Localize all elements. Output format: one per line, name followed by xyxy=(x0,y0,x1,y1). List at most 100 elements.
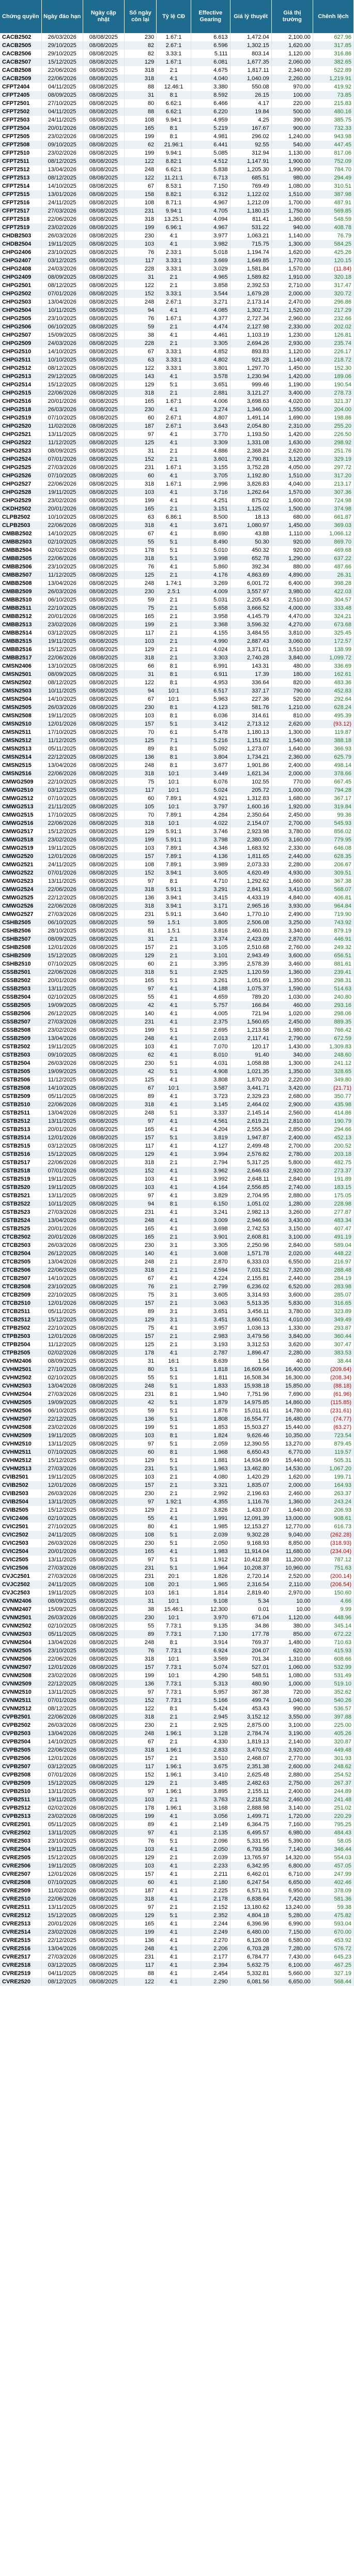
cell-market-price: 6,710.00 xyxy=(271,1870,313,1878)
cell-maturity-date: 06/10/2025 xyxy=(41,1407,83,1415)
cell-maturity-date: 12/01/2026 xyxy=(41,1332,83,1340)
cell-maturity-date: 03/12/2025 xyxy=(41,1961,83,1969)
cell-days-remaining: 55 xyxy=(124,1374,157,1382)
cell-warrant-code: CSTB2522 xyxy=(0,1200,42,1208)
table-row: CMBB2505 22/06/2026 08/08/2025 318 5:1 3.998 6… xyxy=(0,554,354,563)
cell-update-date: 08/08/2025 xyxy=(83,546,125,554)
cell-warrant-code: CFPT2515 xyxy=(0,190,42,199)
cell-theoretical-price: 1,036.13 xyxy=(230,1324,272,1332)
cell-effective-gearing: 6.911 xyxy=(191,670,230,679)
cell-difference: 766.42 xyxy=(313,1026,354,1034)
cell-market-price: 6,580.00 xyxy=(271,1936,313,1945)
cell-warrant-code: CVHM2502 xyxy=(0,1374,42,1382)
cell-conversion-ratio: 5.91:1 xyxy=(156,827,191,836)
cell-market-price: 2,960.00 xyxy=(271,314,313,323)
cell-conversion-ratio: 4:1 xyxy=(156,232,191,240)
cell-days-remaining: 75 xyxy=(124,1291,157,1299)
table-row: CMWG2512 07/10/2025 08/08/2025 60 7.89:1 4.92… xyxy=(0,794,354,803)
cell-warrant-code: CVHM2505 xyxy=(0,1398,42,1407)
cell-theoretical-price: 2,713.12 xyxy=(230,720,272,728)
cell-difference: 119.57 xyxy=(313,1448,354,1456)
cell-conversion-ratio: 2:1 xyxy=(156,273,191,281)
cell-conversion-ratio: 1.67:1 xyxy=(156,33,191,41)
cell-theoretical-price: 6,396.96 xyxy=(230,1920,272,1928)
cell-effective-gearing: 3.763 xyxy=(191,1796,230,1804)
cell-maturity-date: 24/11/2025 xyxy=(41,1580,83,1589)
cell-days-remaining: 122 xyxy=(124,157,157,165)
cell-warrant-code: CVNM2501 xyxy=(0,1614,42,1622)
table-row: CVJC2502 24/11/2025 08/08/2025 108 20:1 1.965… xyxy=(0,1580,354,1589)
cell-conversion-ratio: 2:1 xyxy=(156,1481,191,1489)
cell-maturity-date: 13/11/2025 xyxy=(41,1498,83,1506)
table-row: CHPG2519 07/10/2025 08/08/2025 60 2.67:1 4.80… xyxy=(0,414,354,422)
cell-warrant-code: CTCB2506 xyxy=(0,1266,42,1274)
cell-market-price: 2,850.00 xyxy=(271,1125,313,1134)
cell-maturity-date: 14/10/2025 xyxy=(41,182,83,190)
cell-theoretical-price: 1,262.64 xyxy=(230,488,272,496)
cell-maturity-date: 13/11/2025 xyxy=(41,877,83,885)
table-row: CTCB2511 05/11/2025 08/08/2025 89 3:1 3.651 3,… xyxy=(0,1307,354,1316)
cell-difference: 298.31 xyxy=(313,976,354,985)
table-row: CSTB2511 13/04/2026 08/08/2025 248 5:1 3.337 2… xyxy=(0,1109,354,1117)
cell-effective-gearing: 3.901 xyxy=(191,1233,230,1241)
cell-theoretical-price: 450.32 xyxy=(230,546,272,554)
cell-warrant-code: CTCB2504 xyxy=(0,1249,42,1258)
table-row: CHPG2507 15/09/2025 08/08/2025 38 4:1 4.461 1,… xyxy=(0,331,354,339)
cell-theoretical-price: 2,720.14 xyxy=(230,1572,272,1580)
cell-market-price: 2,880.00 xyxy=(271,1192,313,1200)
cell-theoretical-price: 34.86 xyxy=(230,1622,272,1630)
table-row: CHPG2514 15/12/2025 08/08/2025 129 5:1 3.651 9… xyxy=(0,381,354,389)
cell-effective-gearing: 3.994 xyxy=(191,1150,230,1158)
cell-update-date: 08/08/2025 xyxy=(83,794,125,803)
cell-theoretical-price: 2,423.09 xyxy=(230,935,272,943)
cell-effective-gearing: 3.746 xyxy=(191,827,230,836)
cell-effective-gearing: 8.690 xyxy=(191,530,230,538)
cell-difference: 448.22 xyxy=(313,1249,354,1258)
cell-maturity-date: 15/12/2025 xyxy=(41,58,83,66)
table-row: CTCB2509 22/10/2025 08/08/2025 75 3:1 3.605 3,… xyxy=(0,1291,354,1299)
cell-maturity-date: 15/12/2025 xyxy=(41,1911,83,1920)
cell-market-price: 1,420.00 xyxy=(271,372,313,381)
cell-difference: 908.61 xyxy=(313,1514,354,1523)
cell-market-price: 2,560.00 xyxy=(271,1109,313,1117)
cell-effective-gearing: 12.300 xyxy=(191,1605,230,1614)
cell-difference: 483.36 xyxy=(313,679,354,687)
cell-update-date: 08/08/2025 xyxy=(83,1390,125,1398)
cell-days-remaining: 42 xyxy=(124,1001,157,1010)
cell-conversion-ratio: 5:1 xyxy=(156,1407,191,1415)
cell-market-price: 2,020.00 xyxy=(271,1249,313,1258)
cell-difference: (11.84) xyxy=(313,265,354,273)
table-row: CVJC2503 19/11/2025 08/08/2025 103 16:1 1.814… xyxy=(0,1589,354,1597)
cell-warrant-code: CMBB2505 xyxy=(0,554,42,563)
table-row: CTPB2502 22/10/2025 08/08/2025 75 4:1 3.957 1,… xyxy=(0,1324,354,1332)
cell-difference: 723.54 xyxy=(313,1432,354,1440)
cell-theoretical-price: 1,734.21 xyxy=(230,753,272,761)
cell-market-price: 1,080.00 xyxy=(271,182,313,190)
cell-conversion-ratio: 8:1 xyxy=(156,124,191,132)
cell-warrant-code: CMBB2508 xyxy=(0,579,42,587)
table-row: CMBB2516 15/12/2025 08/08/2025 129 2:1 4.024 3… xyxy=(0,645,354,654)
cell-days-remaining: 89 xyxy=(124,745,157,753)
table-row: CVIC2505 13/11/2025 08/08/2025 97 5:1 1.912 10… xyxy=(0,1556,354,1564)
table-row: CMWG2516 22/06/2026 08/08/2025 318 10:1 4.022… xyxy=(0,819,354,827)
table-row: CKDH2502 20/01/2026 08/08/2025 165 2:1 3.151 1… xyxy=(0,505,354,513)
cell-days-remaining: 187 xyxy=(124,422,157,430)
table-row: CSSB2507 27/03/2026 08/08/2025 231 4:1 2.375 1… xyxy=(0,1018,354,1026)
cell-difference: 383.53 xyxy=(313,1349,354,1357)
cell-maturity-date: 11/02/2026 xyxy=(41,422,83,430)
cell-days-remaining: 152 xyxy=(124,869,157,877)
cell-warrant-code: CSSB2507 xyxy=(0,1018,42,1026)
table-row: CTCB2502 20/01/2026 08/08/2025 165 2:1 3.901 2… xyxy=(0,1233,354,1241)
cell-update-date: 08/08/2025 xyxy=(83,976,125,985)
cell-maturity-date: 03/12/2025 xyxy=(41,786,83,794)
cell-conversion-ratio: 5.91:1 xyxy=(156,836,191,844)
cell-days-remaining: 88 xyxy=(124,83,157,91)
cell-maturity-date: 22/06/2026 xyxy=(41,1158,83,1167)
cell-effective-gearing: 4.204 xyxy=(191,1125,230,1134)
cell-theoretical-price: 2,316.54 xyxy=(230,1580,272,1589)
cell-theoretical-price: 671.04 xyxy=(230,1614,272,1622)
cell-days-remaining: 80 xyxy=(124,1523,157,1531)
cell-maturity-date: 13/01/2026 xyxy=(41,190,83,199)
cell-theoretical-price: 312.94 xyxy=(230,149,272,157)
cell-theoretical-price: 499.74 xyxy=(230,1696,272,1705)
